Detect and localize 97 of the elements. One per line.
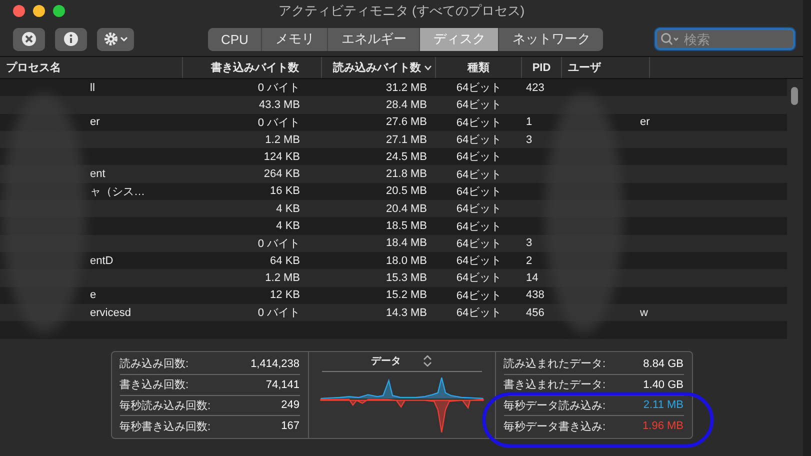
table-cell-text: 16 KB xyxy=(269,185,301,198)
zoom-button[interactable] xyxy=(53,5,65,17)
table-cell-text: 20.4 MB xyxy=(385,202,428,215)
table-cell-text: 456 xyxy=(525,306,546,318)
stat-label: 毎秒データ書き込み: xyxy=(504,420,606,434)
stat-label: 毎秒読み込み回数: xyxy=(120,398,211,413)
table-cell-text: 31.2 MB xyxy=(385,82,428,94)
stat-label: 毎秒データ読み込み: xyxy=(504,398,606,413)
stat-value: 167 xyxy=(281,420,300,432)
settings-button[interactable] xyxy=(97,28,134,50)
table-cell-text: 64ビット xyxy=(455,81,503,96)
search-icon xyxy=(660,32,680,46)
table-cell-text: 18.0 MB xyxy=(385,254,428,267)
column-header[interactable]: PID xyxy=(522,57,562,78)
table-cell-text: 1.2 MB xyxy=(264,134,301,146)
x-circle-icon xyxy=(21,31,37,47)
table-cell-text: 2 xyxy=(525,254,534,267)
table-cell-text: 64ビット xyxy=(455,98,503,112)
table-cell-text: 15.2 MB xyxy=(385,289,428,302)
table-cell-text: 24.5 MB xyxy=(385,150,428,163)
table-cell-text: er xyxy=(639,116,650,128)
table-cell-text: 3 xyxy=(525,134,534,146)
column-header[interactable]: 種類 xyxy=(436,57,522,78)
column-header[interactable]: 書き込みバイト数 xyxy=(183,57,322,78)
tab[interactable]: CPU xyxy=(208,28,262,50)
stat-value: 2.11 MB xyxy=(643,399,684,412)
table-cell-text: 64ビット xyxy=(455,254,503,268)
window-title: アクティビティモニタ (すべてのプロセス) xyxy=(277,2,526,20)
stop-process-button[interactable] xyxy=(13,28,45,50)
table-cell-text: 64 KB xyxy=(269,254,301,267)
table-cell-text: 4 KB xyxy=(275,202,301,215)
table-cell-text: 1.2 MB xyxy=(264,272,301,284)
table-cell-text: 64ビット xyxy=(455,116,503,130)
search-field[interactable]: 検索 xyxy=(655,28,795,50)
table-cell-text: 18.4 MB xyxy=(385,237,428,250)
table-cell-text: ll xyxy=(89,82,96,94)
table-cell-text: 64ビット xyxy=(455,168,503,182)
table-cell-text: 264 KB xyxy=(262,168,301,180)
close-button[interactable] xyxy=(13,5,25,17)
stat-value: 8.84 GB xyxy=(643,358,684,370)
table-cell-text: e xyxy=(89,289,98,302)
table-cell-text: 64ビット xyxy=(455,220,503,234)
minimize-button[interactable] xyxy=(33,5,45,17)
table-cell-text: 423 xyxy=(525,82,546,94)
table-cell-text: 14 xyxy=(525,272,540,284)
table-cell-text: 18.5 MB xyxy=(385,220,428,232)
stat-label: 書き込まれたデータ: xyxy=(504,378,606,392)
stat-value: 1.40 GB xyxy=(643,378,684,391)
table-cell-text: 0 バイト xyxy=(256,81,301,96)
table-cell-text: 0 バイト xyxy=(256,236,301,251)
table-cell-text: 64ビット xyxy=(455,306,503,320)
stat-label: 毎秒書き込み回数: xyxy=(120,420,211,434)
table-cell-text: 64ビット xyxy=(455,133,503,148)
table-cell-text: 12 KB xyxy=(269,289,301,302)
table-cell-text: 124 KB xyxy=(262,150,301,163)
info-button[interactable] xyxy=(55,28,87,50)
table-cell-text: 0 バイト xyxy=(256,306,301,320)
table-cell-text: ャ（シス… xyxy=(89,184,146,199)
stat-label: 書き込み回数: xyxy=(120,378,189,392)
gear-icon xyxy=(102,31,128,47)
table-cell-text: 1 xyxy=(525,116,534,128)
table-cell-text: 43.3 MB xyxy=(258,98,301,111)
table-cell-text: w xyxy=(639,306,649,318)
table-cell-text: 64ビット xyxy=(455,271,503,286)
column-header[interactable]: プロセス名 xyxy=(0,57,183,78)
table-cell-text: 64ビット xyxy=(455,236,503,251)
table-cell-text: 64ビット xyxy=(455,202,503,216)
table-cell-text: 14.3 MB xyxy=(385,306,428,318)
table-cell-text: 20.5 MB xyxy=(385,185,428,198)
stat-value: 74,141 xyxy=(266,378,300,391)
table-cell-text: 0 バイト xyxy=(256,116,301,130)
stat-value: 1.96 MB xyxy=(642,420,684,432)
table-cell-text: 28.4 MB xyxy=(385,98,428,111)
table-cell-text: 438 xyxy=(525,289,546,302)
stat-value: 249 xyxy=(281,399,300,412)
scrollbar-thumb[interactable] xyxy=(791,87,798,105)
graph-title: データ xyxy=(371,355,401,368)
table-cell-text: 15.3 MB xyxy=(385,272,428,284)
table-cell-text: er xyxy=(89,116,101,128)
table-cell-text: 27.6 MB xyxy=(385,116,428,128)
stat-label: 読み込まれたデータ: xyxy=(504,357,606,372)
table-cell-text: entD xyxy=(89,254,114,267)
table-cell-text: 4 KB xyxy=(275,220,301,232)
stat-value: 1,414,238 xyxy=(250,358,300,370)
up-down-arrows-icon[interactable] xyxy=(423,355,432,368)
table-cell-text: ervicesd xyxy=(89,306,132,318)
info-icon xyxy=(63,31,79,47)
column-header[interactable]: ユーザ xyxy=(562,57,650,78)
table-cell-text: 64ビット xyxy=(455,184,503,199)
table-cell-text: 64ビット xyxy=(455,150,503,164)
table-cell-text: 3 xyxy=(525,237,534,250)
stat-label: 読み込み回数: xyxy=(120,357,189,372)
table-cell-text: ent xyxy=(89,168,106,180)
table-cell-text: 21.8 MB xyxy=(385,168,428,180)
table-cell-text: 27.1 MB xyxy=(385,134,428,146)
table-cell-text: 64ビット xyxy=(455,288,503,303)
column-header[interactable]: 読み込みバイト数 xyxy=(322,57,436,78)
